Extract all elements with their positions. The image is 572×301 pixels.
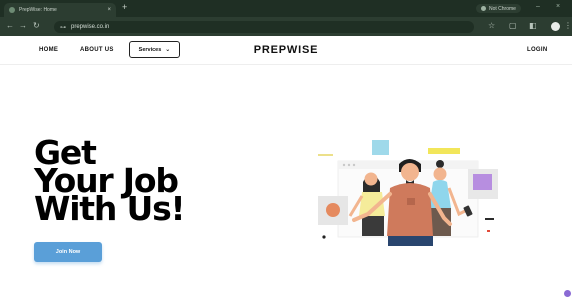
chat-widget-icon[interactable] (564, 290, 571, 297)
guest-label: Not Chrome (489, 5, 516, 12)
hero-heading: Get Your Job With Us! (34, 136, 186, 228)
browser-tab[interactable]: PrepWise: Home × (4, 3, 116, 17)
forward-icon[interactable]: → (19, 22, 27, 30)
kebab-menu-icon[interactable]: ⋮ (564, 22, 572, 30)
site-header: HOME ABOUT US Services ⌄ PREPWISE LOGIN (0, 36, 572, 65)
star-icon[interactable]: ☆ (488, 22, 495, 30)
tab-close-icon[interactable]: × (107, 7, 111, 13)
sidebar-icon[interactable]: ◧ (529, 22, 537, 30)
brand-logo[interactable]: PREPWISE (254, 44, 318, 56)
reload-icon[interactable]: ↻ (33, 22, 40, 30)
minimize-icon[interactable]: – (536, 3, 540, 10)
extension-icon[interactable]: ▢ (509, 22, 517, 30)
hero-heading-line-3: With Us! (34, 189, 186, 228)
nav-login-link[interactable]: LOGIN (527, 47, 548, 53)
blue-square-shape (372, 140, 389, 155)
address-bar[interactable]: ⊶ prepwise.co.in (54, 21, 474, 33)
join-now-button[interactable]: Join Now (34, 242, 102, 262)
url-text: prepwise.co.in (71, 24, 110, 30)
site-info-icon[interactable]: ⊶ (60, 24, 66, 31)
yellow-bar-shape (428, 148, 460, 154)
guest-profile-chip[interactable]: Not Chrome (476, 4, 521, 13)
browser-tab-strip: PrepWise: Home × + Not Chrome – × (0, 0, 572, 17)
tab-title: PrepWise: Home (19, 7, 57, 13)
close-window-icon[interactable]: × (556, 3, 560, 10)
guest-icon (481, 6, 486, 11)
back-icon[interactable]: ← (6, 22, 14, 30)
new-tab-button[interactable]: + (122, 3, 127, 12)
favicon-icon (9, 7, 15, 13)
profile-icon[interactable] (551, 22, 560, 31)
browser-toolbar: ← → ↻ ⊶ prepwise.co.in ☆ ▢ ◧ ⋮ (0, 17, 572, 36)
hero-illustration (318, 140, 498, 246)
